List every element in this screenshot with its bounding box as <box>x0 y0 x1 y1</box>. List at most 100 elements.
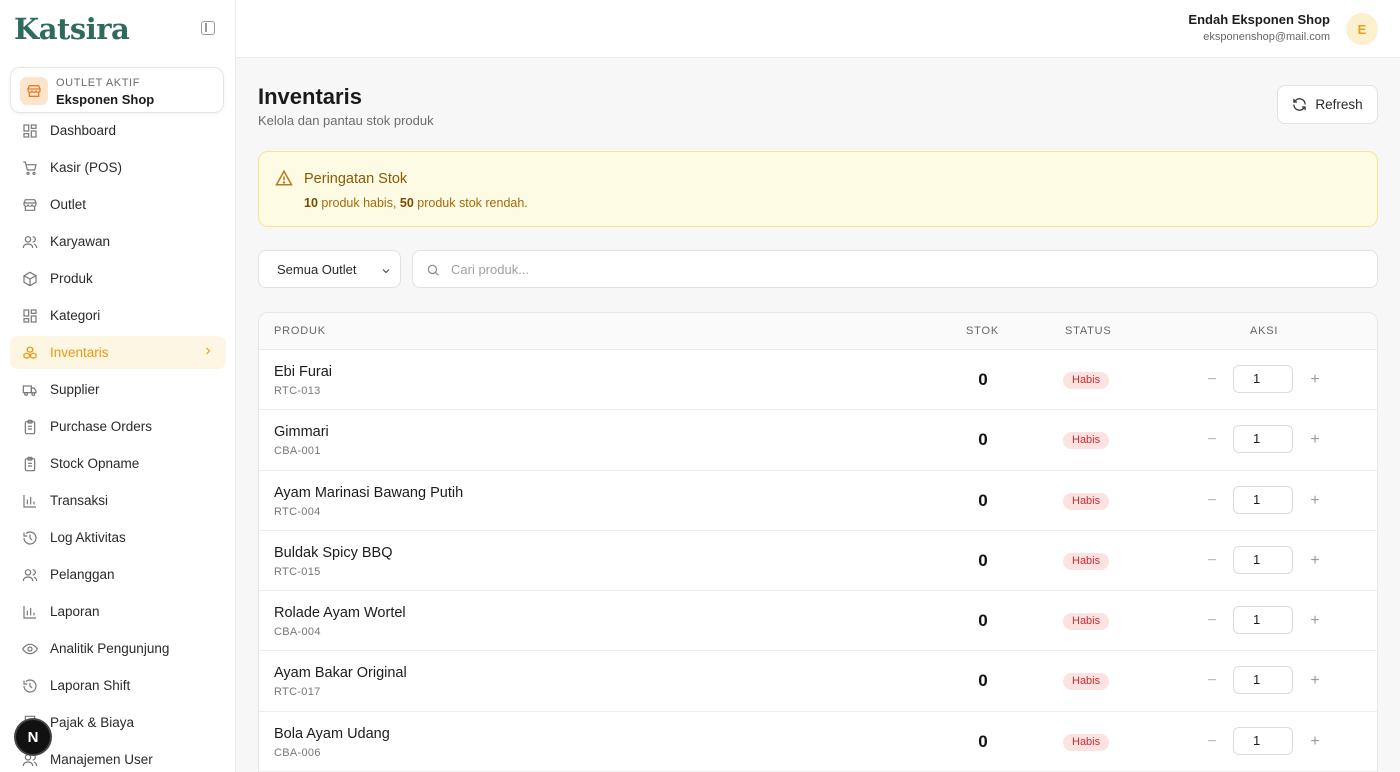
outlet-kicker: OUTLET AKTIF <box>56 77 141 89</box>
stock-value: 0 <box>978 430 988 450</box>
table-row: Buldak Spicy BBQ RTC-015 0 Habis − 1 + <box>259 531 1377 592</box>
low-stock-count: 50 <box>399 196 414 210</box>
minus-icon[interactable]: − <box>1205 611 1219 631</box>
sidebar-item-label: Outlet <box>50 197 87 212</box>
status-badge: Habis <box>1063 733 1110 751</box>
plus-icon[interactable]: + <box>1308 551 1322 571</box>
sidebar-item-label: Produk <box>50 271 93 286</box>
table-row: Rolade Ayam Wortel CBA-004 0 Habis − 1 + <box>259 591 1377 652</box>
minus-icon[interactable]: − <box>1205 491 1219 511</box>
product-sku: RTC-015 <box>274 565 321 578</box>
product-name: Ebi Furai <box>274 364 333 380</box>
sidebar-item-label: Laporan Shift <box>50 678 131 693</box>
product-sku: RTC-017 <box>274 686 321 699</box>
product-sku: RTC-013 <box>274 385 321 397</box>
sidebar-item-log-aktivitas[interactable]: Log Aktivitas <box>0 519 236 556</box>
sidebar-item-label: Purchase Orders <box>50 419 153 434</box>
outlet-name: Eksponen Shop <box>56 92 155 107</box>
grid-icon <box>21 122 38 139</box>
chevron-right-icon <box>202 345 214 360</box>
sidebar-item-label: Kategori <box>50 308 101 323</box>
refresh-button[interactable]: Refresh <box>1277 85 1378 124</box>
stock-value: 0 <box>978 611 988 631</box>
user-email: eksponenshop@mail.com <box>1203 31 1330 43</box>
app-logo[interactable]: Katsira <box>14 12 130 46</box>
cart-icon <box>21 159 38 176</box>
sidebar-item-label: Karyawan <box>50 234 111 249</box>
search-box <box>412 250 1378 288</box>
sidebar-item-karyawan[interactable]: Karyawan <box>0 223 236 260</box>
sidebar-item-outlet[interactable]: Outlet <box>0 186 236 223</box>
active-outlet-card[interactable]: OUTLET AKTIF Eksponen Shop <box>10 67 224 113</box>
refresh-label: Refresh <box>1315 97 1363 112</box>
product-sku: CBA-004 <box>274 626 321 639</box>
status-badge: Habis <box>1063 613 1110 631</box>
plus-icon[interactable]: + <box>1308 491 1322 511</box>
col-produk[interactable]: PRODUK <box>274 325 326 337</box>
eye-icon <box>21 640 38 657</box>
table-header: PRODUK STOK STATUS AKSI <box>259 313 1377 350</box>
plus-icon[interactable]: + <box>1308 671 1322 691</box>
table-row: Ayam Marinasi Bawang Putih RTC-004 0 Hab… <box>259 471 1377 531</box>
sidebar-item-produk[interactable]: Produk <box>0 260 236 297</box>
sidebar-item-label: Manajemen User <box>50 752 153 767</box>
col-stok[interactable]: STOK <box>966 325 999 337</box>
plus-icon[interactable]: + <box>1308 732 1322 752</box>
table-row: Gimmari CBA-001 0 Habis − 1 + <box>259 410 1377 471</box>
outlet-select[interactable]: Semua Outlet <box>258 250 401 288</box>
product-name: Ayam Marinasi Bawang Putih <box>274 484 464 501</box>
sidebar-item-transaksi[interactable]: Transaksi <box>0 482 236 519</box>
table-row: Ayam Bakar Original RTC-017 0 Habis − 1 … <box>259 651 1377 712</box>
plus-icon[interactable]: + <box>1308 611 1322 631</box>
quantity-input[interactable]: 1 <box>1233 606 1293 635</box>
sidebar-item-label: Transaksi <box>50 493 109 508</box>
stock-value: 0 <box>978 671 988 691</box>
dev-tools-badge[interactable]: N <box>16 720 50 754</box>
minus-icon[interactable]: − <box>1205 551 1219 571</box>
sidebar-item-label: Analitik Pengunjung <box>50 641 170 656</box>
quantity-input[interactable]: 1 <box>1233 666 1293 695</box>
sidebar-item-label: Pajak & Biaya <box>50 715 135 730</box>
user-name: Endah Eksponen Shop <box>1188 12 1330 27</box>
quantity-input[interactable]: 1 <box>1233 425 1293 454</box>
status-badge: Habis <box>1063 432 1110 450</box>
product-sku: RTC-004 <box>274 505 321 518</box>
quantity-input[interactable]: 1 <box>1233 726 1293 755</box>
table-body: Ebi Furai RTC-013 0 Habis − 1 + Gimmari … <box>259 350 1377 772</box>
sidebar-item-analitik-pengunjung[interactable]: Analitik Pengunjung <box>0 630 236 667</box>
sidebar-item-label: Supplier <box>50 382 100 397</box>
sidebar-item-laporan[interactable]: Laporan <box>0 593 236 630</box>
col-status[interactable]: STATUS <box>1065 325 1112 337</box>
sidebar-item-inventaris[interactable]: Inventaris <box>10 336 226 369</box>
plus-icon[interactable]: + <box>1308 430 1322 450</box>
sidebar-item-supplier[interactable]: Supplier <box>0 371 236 408</box>
minus-icon[interactable]: − <box>1205 430 1219 450</box>
product-name: Ayam Bakar Original <box>274 665 407 682</box>
status-badge: Habis <box>1063 552 1110 570</box>
sidebar-item-kasir[interactable]: Kasir (POS) <box>0 149 236 186</box>
sidebar-item-dashboard[interactable]: Dashboard <box>0 112 236 149</box>
page-subtitle: Kelola dan pantau stok produk <box>258 113 434 128</box>
plus-icon[interactable]: + <box>1308 370 1322 390</box>
quantity-input[interactable]: 1 <box>1233 545 1293 574</box>
minus-icon[interactable]: − <box>1205 671 1219 691</box>
quantity-input[interactable]: 1 <box>1233 365 1293 393</box>
bar-chart-icon <box>21 492 38 509</box>
sidebar-collapse-icon[interactable] <box>201 21 215 35</box>
product-name: Gimmari <box>274 424 329 441</box>
sidebar-item-stock-opname[interactable]: Stock Opname <box>0 445 236 482</box>
quantity-input[interactable]: 1 <box>1233 485 1293 514</box>
avatar[interactable]: E <box>1346 13 1378 45</box>
sidebar-item-pelanggan[interactable]: Pelanggan <box>0 556 236 593</box>
sidebar-item-purchase-orders[interactable]: Purchase Orders <box>0 408 236 445</box>
store-icon <box>21 196 38 213</box>
inventory-table: PRODUK STOK STATUS AKSI Ebi Furai RTC-01… <box>258 312 1378 772</box>
sidebar-item-laporan-shift[interactable]: Laporan Shift <box>0 667 236 704</box>
users-icon <box>21 566 38 583</box>
minus-icon[interactable]: − <box>1205 370 1219 390</box>
boxes-icon <box>21 344 38 361</box>
search-input[interactable] <box>451 259 1351 279</box>
sidebar-item-kategori[interactable]: Kategori <box>0 297 236 334</box>
minus-icon[interactable]: − <box>1205 732 1219 752</box>
stock-value: 0 <box>978 550 988 570</box>
